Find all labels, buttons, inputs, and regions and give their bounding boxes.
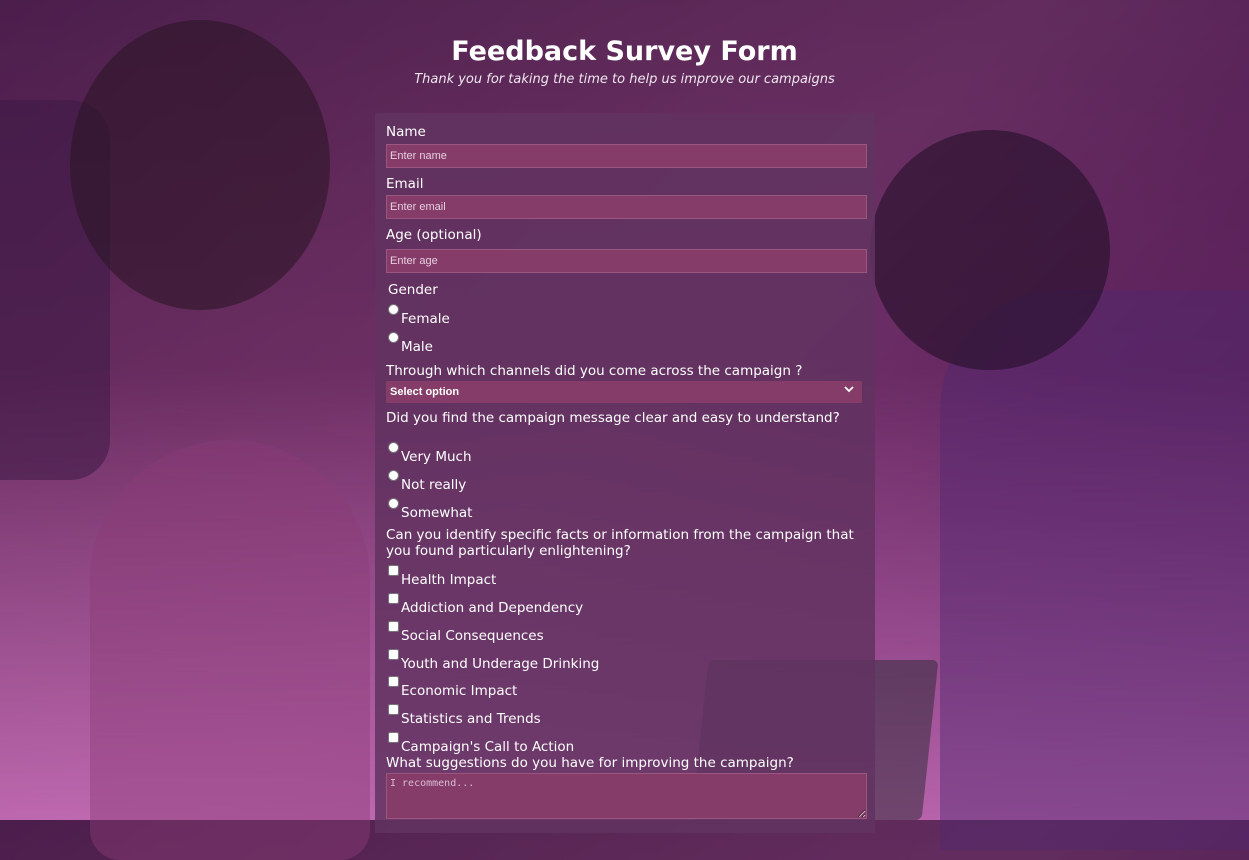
gender-radio-male[interactable] <box>388 332 399 343</box>
suggestions-label: What suggestions do you have for improvi… <box>386 755 794 771</box>
facts-option-health-impact[interactable]: Health Impact <box>386 565 496 588</box>
page-title: Feedback Survey Form <box>451 36 798 67</box>
survey-form: Name Email Age (optional) Gender Female … <box>375 113 875 833</box>
facts-checkbox-call-to-action[interactable] <box>388 732 399 743</box>
facts-checkbox-statistics[interactable] <box>388 704 399 715</box>
facts-checkbox-youth[interactable] <box>388 649 399 660</box>
clarity-option-very-much[interactable]: Very Much <box>386 442 472 465</box>
facts-option-social[interactable]: Social Consequences <box>386 621 544 644</box>
email-field[interactable] <box>386 195 867 219</box>
facts-checkbox-addiction[interactable] <box>388 593 399 604</box>
clarity-radio-very-much[interactable] <box>388 442 399 453</box>
facts-checkbox-economic[interactable] <box>388 676 399 687</box>
facts-option-economic[interactable]: Economic Impact <box>386 676 517 699</box>
name-label: Name <box>386 124 426 140</box>
channels-select[interactable]: Select option <box>386 381 862 403</box>
clarity-radio-not-really[interactable] <box>388 470 399 481</box>
clarity-label: Did you find the campaign message clear … <box>386 410 840 426</box>
facts-option-call-to-action[interactable]: Campaign's Call to Action <box>386 732 574 755</box>
name-field[interactable] <box>386 144 867 168</box>
gender-option-female[interactable]: Female <box>386 304 450 327</box>
facts-checkbox-social[interactable] <box>388 621 399 632</box>
gender-radio-female[interactable] <box>388 304 399 315</box>
age-label: Age (optional) <box>386 227 482 243</box>
email-label: Email <box>386 176 424 192</box>
age-field[interactable] <box>386 249 867 273</box>
suggestions-textarea[interactable] <box>386 773 867 819</box>
gender-label: Gender <box>388 282 438 298</box>
facts-checkbox-health-impact[interactable] <box>388 565 399 576</box>
clarity-option-somewhat[interactable]: Somewhat <box>386 498 472 521</box>
facts-option-youth[interactable]: Youth and Underage Drinking <box>386 649 599 672</box>
clarity-radio-somewhat[interactable] <box>388 498 399 509</box>
facts-label: Can you identify specific facts or infor… <box>386 527 854 559</box>
chevron-down-icon <box>844 383 854 397</box>
facts-option-statistics[interactable]: Statistics and Trends <box>386 704 541 727</box>
channels-label: Through which channels did you come acro… <box>386 363 803 379</box>
gender-option-male[interactable]: Male <box>386 332 433 355</box>
clarity-option-not-really[interactable]: Not really <box>386 470 466 493</box>
channels-selected-value: Select option <box>390 386 460 398</box>
page-subtitle: Thank you for taking the time to help us… <box>414 72 835 87</box>
facts-option-addiction[interactable]: Addiction and Dependency <box>386 593 583 616</box>
